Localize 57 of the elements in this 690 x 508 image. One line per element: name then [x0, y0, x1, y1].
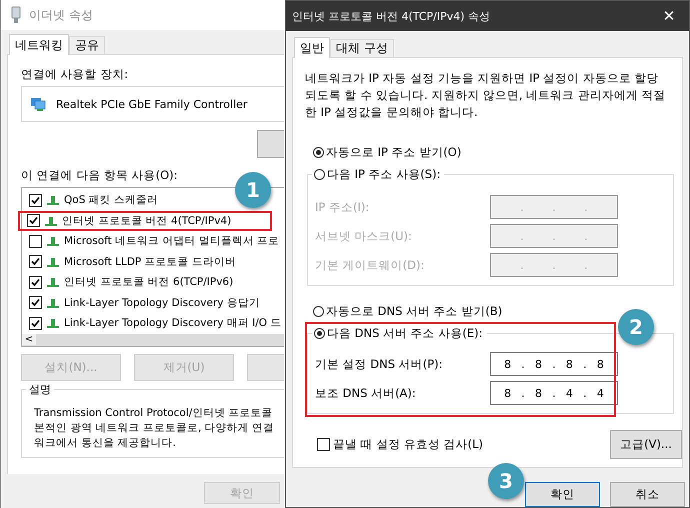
- tab[interactable]: 공유: [69, 36, 105, 54]
- radio-button[interactable]: [314, 328, 325, 339]
- window-title: 인터넷 프로토콜 버전 4(TCP/IPv4) 속성: [292, 8, 490, 24]
- checkbox[interactable]: [29, 276, 42, 289]
- ip-address-field[interactable]: 8 . 8 . 8 . 8: [490, 352, 618, 376]
- list-item[interactable]: Microsoft 네트워크 어댑터 멀티플렉서 프로: [22, 231, 284, 252]
- group-title: 설명: [26, 382, 54, 397]
- network-adapter-icon: [30, 96, 46, 112]
- checkbox[interactable]: [29, 255, 42, 268]
- field-label: 보조 DNS 서버(A):: [315, 386, 416, 400]
- tab[interactable]: 네트워킹: [9, 34, 69, 55]
- field-label: 기본 게이트웨이(D):: [315, 258, 424, 272]
- field-label: 서브넷 마스크(U):: [315, 228, 412, 244]
- field-label: IP 주소(I):: [315, 200, 370, 214]
- list-item[interactable]: 인터넷 프로토콜 버전 6(TCP/IPv6): [22, 272, 284, 292]
- network-icon: [46, 296, 60, 309]
- device-field: Realtek PCIe GbE Family Controller: [21, 86, 284, 122]
- radio-option[interactable]: 자동으로 IP 주소 받기(O): [313, 145, 674, 160]
- radio-button[interactable]: [314, 169, 325, 180]
- field-label: 기본 설정 DNS 서버(P):: [315, 356, 443, 372]
- list-item[interactable]: Link-Layer Topology Discovery 응답기: [22, 292, 284, 313]
- network-icon: [44, 214, 58, 227]
- window-title: 이더넷 속성: [29, 6, 93, 24]
- network-icon: [46, 256, 60, 268]
- network-icon: [46, 317, 60, 330]
- ok-button[interactable]: 확인: [525, 482, 600, 507]
- checkbox[interactable]: [29, 194, 42, 207]
- close-button[interactable]: ✕: [649, 1, 689, 31]
- checkbox[interactable]: [29, 234, 42, 248]
- list-item[interactable]: 인터넷 프로토콜 버전 4(TCP/IPv4): [18, 210, 272, 231]
- radio-option[interactable]: 다음 IP 주소 사용(S):: [312, 167, 444, 182]
- ip-address-field[interactable]: 8 . 8 . 4 . 4: [490, 381, 618, 405]
- cancel-button[interactable]: 취소: [610, 482, 685, 507]
- checkbox[interactable]: [27, 214, 40, 228]
- network-icon: [46, 194, 60, 206]
- ethernet-icon: [11, 6, 21, 24]
- radio-option[interactable]: 다음 DNS 서버 주소 사용(E):: [312, 326, 486, 341]
- device-label: 연결에 사용할 장치:: [21, 67, 130, 82]
- network-icon: [46, 276, 60, 288]
- checkbox[interactable]: [29, 316, 42, 330]
- description-text: 워크에서 통신을 제공합니다.: [34, 436, 178, 451]
- list-item[interactable]: Link-Layer Topology Discovery 매퍼 I/O 드: [22, 313, 284, 334]
- checkbox[interactable]: [317, 438, 330, 451]
- description-text: Transmission Control Protocol/인터넷 프로토콜: [34, 406, 274, 421]
- network-icon: [46, 235, 60, 248]
- checkbox[interactable]: [29, 296, 42, 310]
- intro-text: 네트워크가 IP 자동 설정 기능을 지원하면 IP 설정이 자동으로 할당되도록 할 수 있습니다. 지원하지 않으면, 네트워크 관리자에게 적절한 IP 설정값을 문의해야 합니다.: [305, 70, 667, 121]
- description-text: 본적인 광역 네트워크 프로토콜로, 다양하게 연결: [34, 421, 276, 436]
- radio-button[interactable]: [313, 147, 324, 158]
- horizontal-scrollbar[interactable]: <: [22, 334, 284, 346]
- tab[interactable]: 일반: [294, 37, 330, 58]
- advanced-button[interactable]: 고급(V)...: [610, 430, 682, 459]
- tab[interactable]: 대체 구성: [330, 39, 394, 57]
- checkbox-option[interactable]: 끝낼 때 설정 유효성 검사(L): [317, 437, 484, 452]
- items-label: 이 연결에 다음 항목 사용(O):: [21, 168, 179, 183]
- radio-button[interactable]: [313, 306, 324, 317]
- list-item[interactable]: Microsoft LLDP 프로토콜 드라이버: [22, 252, 284, 272]
